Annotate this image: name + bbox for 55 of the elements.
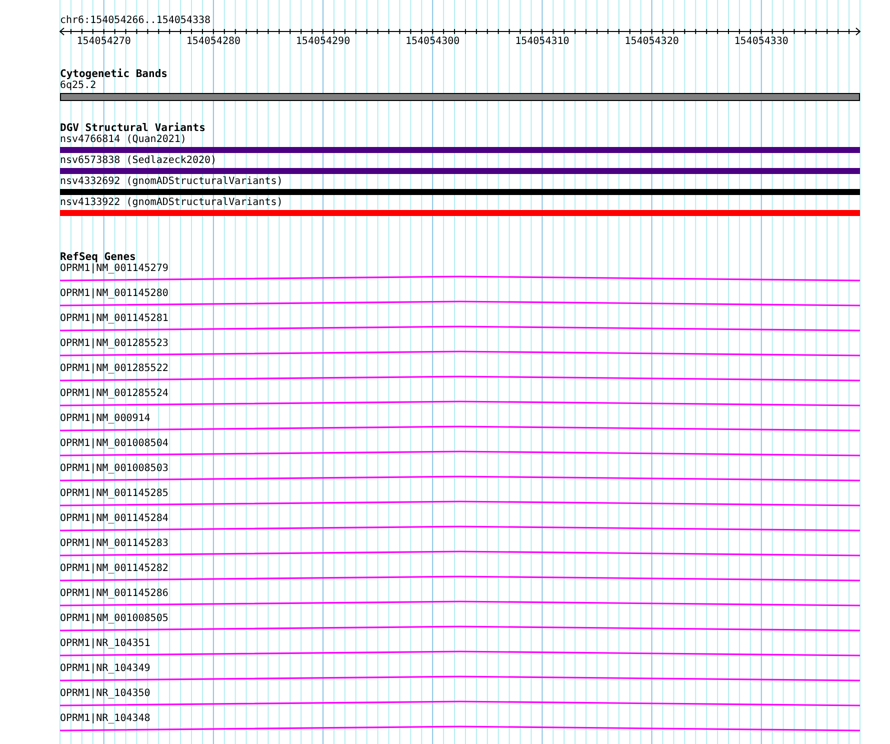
- intron-line[interactable]: [60, 476, 860, 482]
- intron-line[interactable]: [60, 500, 860, 506]
- transcript-label: OPRM1|NM_001285524: [60, 388, 168, 400]
- intron-line[interactable]: [60, 426, 860, 432]
- variant-label: nsv4766814 (Quan2021): [60, 134, 186, 146]
- cytoband-bar[interactable]: [60, 93, 860, 101]
- transcript-label: OPRM1|NM_001285523: [60, 338, 168, 350]
- band-label: 6q25.2: [60, 80, 96, 92]
- transcript-label: OPRM1|NR_104349: [60, 663, 150, 675]
- variant-label: nsv4133922 (gnomADStructuralVariants): [60, 197, 283, 209]
- transcript-label: OPRM1|NM_001145283: [60, 538, 168, 550]
- locus-label: chr6:154054266..154054338: [60, 15, 211, 27]
- intron-line[interactable]: [60, 450, 860, 456]
- intron-line[interactable]: [60, 676, 860, 682]
- transcript-label: OPRM1|NM_000914: [60, 413, 150, 425]
- transcript-label: OPRM1|NR_104351: [60, 638, 150, 650]
- transcript-label: OPRM1|NM_001145281: [60, 313, 168, 325]
- ruler-label: 154054270: [76, 36, 131, 47]
- ruler-label: 154054320: [624, 36, 679, 47]
- transcript-label: OPRM1|NM_001145286: [60, 588, 168, 600]
- ruler-label: 154054330: [734, 36, 788, 47]
- transcript-label: OPRM1|NM_001145284: [60, 513, 168, 525]
- ruler-label: 154054300: [406, 36, 460, 47]
- ruler-label: 154054310: [515, 36, 570, 47]
- intron-line[interactable]: [60, 526, 860, 532]
- intron-line[interactable]: [60, 350, 860, 356]
- transcript-label: OPRM1|NR_104348: [60, 713, 150, 725]
- track-title: DGV Structural Variants: [60, 122, 206, 134]
- intron-line[interactable]: [60, 376, 860, 382]
- transcript-label: OPRM1|NM_001145285: [60, 488, 168, 500]
- variant-label: nsv6573838 (Sedlazeck2020): [60, 155, 217, 167]
- variant-label: nsv4332692 (gnomADStructuralVariants): [60, 176, 283, 188]
- transcript-label: OPRM1|NM_001145279: [60, 263, 168, 275]
- intron-line[interactable]: [60, 276, 860, 282]
- transcript-label: OPRM1|NM_001145282: [60, 563, 168, 575]
- intron-line[interactable]: [60, 650, 860, 656]
- transcript-label: OPRM1|NM_001008503: [60, 463, 168, 475]
- intron-line[interactable]: [60, 576, 860, 582]
- transcript-label: OPRM1|NM_001008505: [60, 613, 168, 625]
- ruler-label: 154054280: [186, 36, 241, 47]
- intron-line[interactable]: [60, 600, 860, 606]
- ruler-label: 154054290: [296, 36, 350, 47]
- track-title: Cytogenetic Bands: [60, 68, 168, 80]
- transcript-label: OPRM1|NM_001145280: [60, 288, 168, 300]
- intron-line[interactable]: [60, 726, 860, 732]
- intron-line[interactable]: [60, 300, 860, 306]
- intron-line[interactable]: [60, 626, 860, 632]
- transcript-label: OPRM1|NM_001285522: [60, 363, 168, 375]
- transcript-label: OPRM1|NM_001008504: [60, 438, 168, 450]
- intron-line[interactable]: [60, 550, 860, 556]
- intron-line[interactable]: [60, 700, 860, 706]
- intron-line[interactable]: [60, 400, 860, 406]
- track-title: RefSeq Genes: [60, 251, 136, 263]
- transcript-label: OPRM1|NR_104350: [60, 688, 150, 700]
- intron-line[interactable]: [60, 326, 860, 332]
